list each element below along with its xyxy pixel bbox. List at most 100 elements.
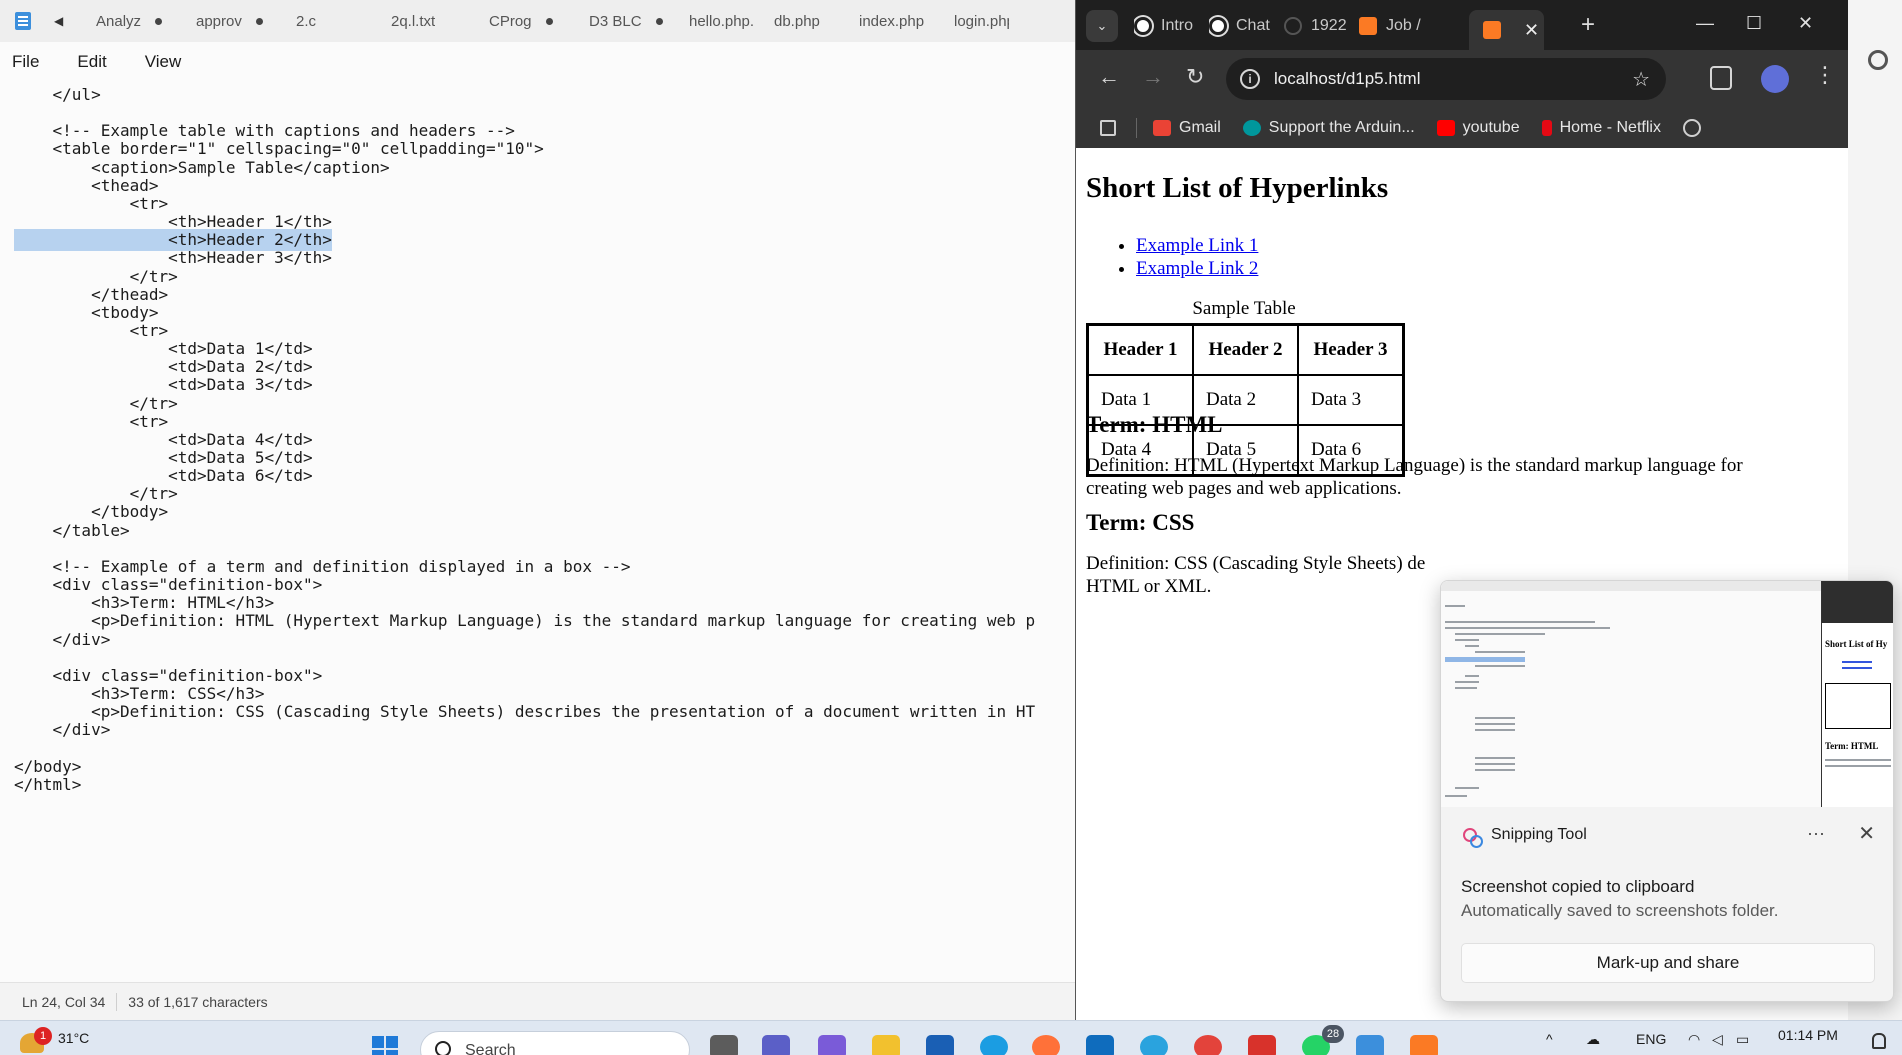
notification-bell-icon[interactable] bbox=[1872, 1033, 1886, 1049]
gmail-icon bbox=[1153, 120, 1171, 136]
weather-temperature[interactable]: 31°C bbox=[58, 1030, 89, 1046]
task-view-icon[interactable] bbox=[710, 1035, 738, 1055]
chrome-icon[interactable] bbox=[1194, 1035, 1222, 1055]
copilot-icon[interactable] bbox=[818, 1035, 846, 1055]
outlook-icon[interactable] bbox=[1086, 1035, 1114, 1055]
code-line: </ul> bbox=[14, 85, 101, 104]
cloud-icon[interactable]: ☁ bbox=[1586, 1031, 1600, 1048]
site-info-icon[interactable]: i bbox=[1240, 69, 1260, 89]
example-link-1[interactable]: Example Link 1 bbox=[1136, 235, 1258, 256]
table-header-row: Header 1 Header 2 Header 3 bbox=[1088, 325, 1403, 375]
close-notification-icon[interactable]: ✕ bbox=[1858, 821, 1875, 846]
screenshot-thumbnail[interactable]: Short List of Hy Term: HTML bbox=[1441, 581, 1893, 807]
notepad-tab[interactable]: index.php bbox=[849, 0, 944, 42]
browser-tab[interactable]: Chat bbox=[1209, 10, 1277, 42]
notepad-tab[interactable]: CProg bbox=[479, 0, 579, 42]
snipping-tool-header: Snipping Tool ··· ✕ bbox=[1441, 807, 1893, 863]
thumbnail-heading: Short List of Hy bbox=[1825, 639, 1888, 649]
bookmark-netflix[interactable]: Home - Netflix bbox=[1541, 119, 1661, 137]
unsaved-dot-icon bbox=[255, 17, 263, 25]
search-placeholder: Search bbox=[465, 1042, 516, 1055]
browser-tab-active[interactable]: ✕ bbox=[1469, 10, 1544, 50]
menu-view[interactable]: View bbox=[145, 52, 182, 72]
notepad-tab[interactable]: approv bbox=[186, 0, 286, 42]
notepad-tab[interactable]: hello.php.txt bbox=[679, 0, 764, 42]
thumbnail-code-line bbox=[1455, 639, 1479, 641]
vivaldi-icon[interactable] bbox=[1248, 1035, 1276, 1055]
volume-icon[interactable]: ◁ bbox=[1712, 1031, 1723, 1048]
teams-icon[interactable] bbox=[762, 1035, 790, 1055]
close-window-icon[interactable]: ✕ bbox=[1798, 13, 1813, 34]
new-tab-plus-icon[interactable]: + bbox=[1581, 10, 1595, 40]
browser-tab[interactable]: Job / bbox=[1359, 10, 1427, 42]
menu-edit[interactable]: Edit bbox=[77, 52, 106, 72]
taskbar-search[interactable]: Search bbox=[420, 1031, 690, 1055]
telegram-icon[interactable] bbox=[1140, 1035, 1168, 1055]
notepad-tab-label: login.php bbox=[954, 12, 1009, 30]
thumbnail-code-line bbox=[1445, 621, 1595, 623]
table-caption: Sample Table bbox=[1192, 298, 1296, 319]
browser-tab-title: Intro bbox=[1161, 17, 1194, 34]
edge-icon[interactable] bbox=[980, 1035, 1008, 1055]
address-bar[interactable]: i localhost/d1p5.html ☆ bbox=[1226, 58, 1666, 100]
gear-icon[interactable] bbox=[1868, 50, 1888, 70]
openai-icon bbox=[1134, 17, 1152, 35]
notepad-tab[interactable]: 2q.l.txt bbox=[381, 0, 479, 42]
wifi-icon[interactable]: ◠ bbox=[1688, 1031, 1700, 1048]
minimize-icon[interactable]: — bbox=[1696, 13, 1714, 34]
thumbnail-code-line bbox=[1475, 717, 1515, 719]
notepad-editor[interactable]: </ul> <!-- Example table with captions a… bbox=[0, 82, 1075, 982]
thumbnail-code-line bbox=[1475, 723, 1515, 725]
file-explorer-icon[interactable] bbox=[872, 1035, 900, 1055]
browser-tab[interactable]: Intro bbox=[1134, 10, 1202, 42]
notepad-taskbar-icon[interactable] bbox=[1356, 1035, 1384, 1055]
bookmark-arduino[interactable]: Support the Arduin... bbox=[1242, 119, 1415, 137]
apps-grid-icon[interactable] bbox=[1100, 120, 1116, 136]
tab-search-chevron-icon[interactable]: ⌄ bbox=[1086, 10, 1118, 42]
weather-widget[interactable]: 1 bbox=[20, 1027, 52, 1053]
language-indicator[interactable]: ENG bbox=[1636, 1031, 1666, 1047]
address-url[interactable]: localhost/d1p5.html bbox=[1274, 69, 1420, 89]
thumbnail-text-line bbox=[1825, 765, 1891, 767]
example-link-2[interactable]: Example Link 2 bbox=[1136, 258, 1258, 279]
tab-scroll-left-icon[interactable]: ◀ bbox=[54, 14, 70, 28]
youtube-icon bbox=[1436, 120, 1455, 136]
battery-icon[interactable]: ▭ bbox=[1736, 1031, 1749, 1048]
xampp-taskbar-icon[interactable] bbox=[1410, 1035, 1438, 1055]
bookmark-gmail[interactable]: Gmail bbox=[1153, 119, 1221, 137]
windows-start-icon[interactable] bbox=[372, 1036, 400, 1055]
globe-icon[interactable] bbox=[1682, 119, 1701, 137]
menu-file[interactable]: File bbox=[12, 52, 39, 72]
browser-tab-title: Chat bbox=[1236, 17, 1270, 34]
bookmark-star-icon[interactable]: ☆ bbox=[1632, 67, 1650, 92]
back-arrow-icon[interactable]: ← bbox=[1098, 64, 1120, 90]
bookmark-youtube[interactable]: youtube bbox=[1436, 119, 1520, 137]
store-icon[interactable] bbox=[926, 1035, 954, 1055]
notification-title: Screenshot copied to clipboard bbox=[1461, 877, 1695, 896]
notepad-tab[interactable]: Analyz bbox=[86, 0, 186, 42]
clock-time[interactable]: 01:14 PM bbox=[1778, 1027, 1838, 1043]
notepad-tab[interactable]: D3 BLC bbox=[579, 0, 679, 42]
thumbnail-link bbox=[1842, 667, 1872, 669]
notepad-tab[interactable]: 2.c bbox=[286, 0, 381, 42]
snipping-tool-notification[interactable]: Short List of Hy Term: HTML Snipping Too… bbox=[1440, 580, 1894, 1002]
firefox-icon[interactable] bbox=[1032, 1035, 1060, 1055]
profile-avatar[interactable] bbox=[1761, 65, 1789, 93]
tray-chevron-up-icon[interactable]: ^ bbox=[1546, 1031, 1553, 1047]
notepad-tab-label: approv bbox=[196, 12, 242, 30]
maximize-icon[interactable]: ☐ bbox=[1746, 13, 1762, 34]
forward-arrow-icon[interactable]: → bbox=[1142, 64, 1164, 90]
browser-tab[interactable]: 1922 bbox=[1284, 10, 1352, 42]
unsaved-dot-icon bbox=[155, 17, 163, 25]
browser-menu-kebab-icon[interactable]: ⋮ bbox=[1814, 62, 1836, 88]
reload-icon[interactable]: ↻ bbox=[1186, 64, 1204, 90]
close-tab-icon[interactable]: ✕ bbox=[1524, 20, 1539, 41]
start-tile bbox=[372, 1036, 384, 1048]
thumbnail-text-line bbox=[1825, 759, 1891, 761]
more-options-icon[interactable]: ··· bbox=[1807, 823, 1825, 844]
notepad-tab[interactable]: db.php bbox=[764, 0, 849, 42]
notepad-tab[interactable]: login.php bbox=[944, 0, 1019, 42]
markup-and-share-button[interactable]: Mark-up and share bbox=[1461, 943, 1875, 983]
notepad-window: ◀ Analyz approv 2.c 2q.l.txt CProg D3 BLC hell… bbox=[0, 0, 1075, 1020]
extensions-icon[interactable] bbox=[1710, 66, 1732, 90]
